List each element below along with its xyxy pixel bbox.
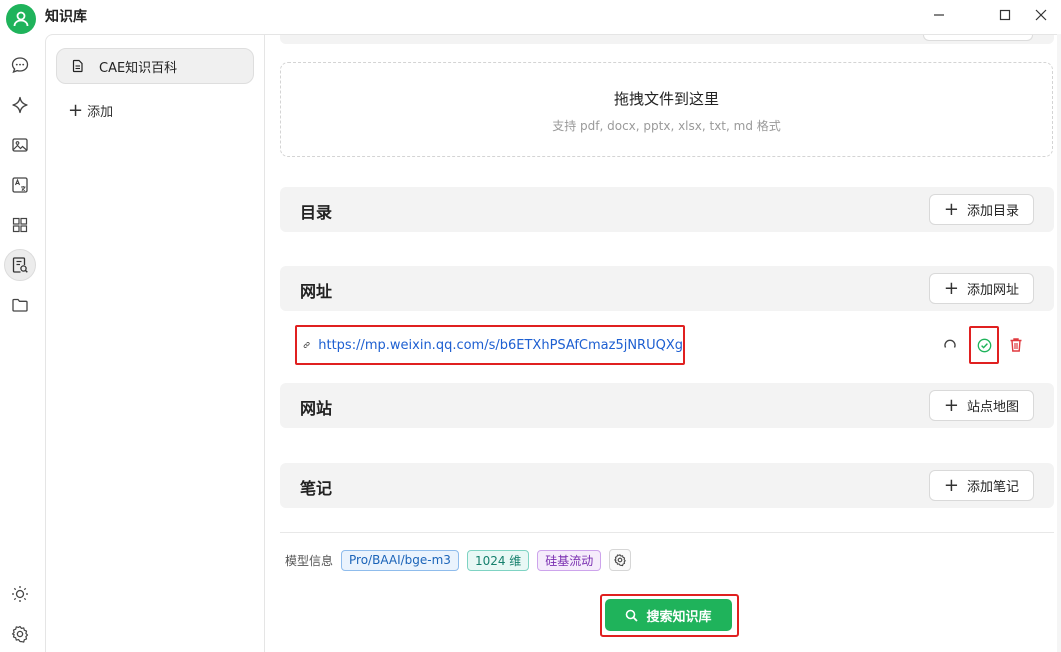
folder-icon bbox=[12, 298, 28, 312]
title-bar: 知识库 bbox=[0, 0, 1061, 34]
sitemap-label: 站点地图 bbox=[966, 400, 1019, 415]
delete-url-button[interactable] bbox=[1009, 337, 1023, 357]
url-section: 网址 + 添加网址 bbox=[280, 266, 1054, 311]
grid-icon bbox=[12, 217, 28, 233]
dimension-tag: 1024 维 bbox=[466, 549, 530, 571]
plus-icon: + bbox=[943, 277, 959, 299]
model-info-row: 模型信息 Pro/BAAI/bge-m3 1024 维 硅基流动 bbox=[285, 549, 632, 571]
book-search-icon bbox=[12, 257, 28, 273]
rail-chat[interactable] bbox=[5, 50, 35, 80]
url-status-indicator[interactable] bbox=[969, 326, 999, 364]
scrollbar-track[interactable] bbox=[1057, 34, 1061, 652]
add-url-button[interactable]: + 添加网址 bbox=[928, 273, 1034, 304]
rail-translate[interactable] bbox=[5, 170, 35, 200]
plus-icon: + bbox=[943, 394, 959, 416]
top-section-button-edge[interactable] bbox=[923, 35, 1033, 41]
website-section-title: 网站 bbox=[300, 399, 333, 418]
notes-section-title: 笔记 bbox=[300, 479, 333, 498]
gear-icon bbox=[11, 625, 29, 643]
dropzone-subtitle: 支持 pdf, docx, pptx, xlsx, txt, md 格式 bbox=[552, 119, 781, 133]
plus-icon: + bbox=[943, 198, 959, 220]
directory-section: 目录 + 添加目录 bbox=[280, 187, 1054, 232]
rail-files[interactable] bbox=[5, 290, 35, 320]
translate-icon bbox=[12, 177, 28, 193]
add-knowledge-base-button[interactable]: + 添加 bbox=[68, 101, 113, 120]
close-button[interactable] bbox=[1021, 2, 1061, 28]
url-section-title: 网址 bbox=[300, 282, 333, 301]
check-circle-icon bbox=[977, 338, 991, 352]
link-icon bbox=[303, 342, 310, 348]
minimize-button[interactable] bbox=[919, 2, 959, 28]
directory-section-title: 目录 bbox=[300, 203, 333, 222]
refresh-icon bbox=[944, 339, 956, 348]
provider-tag: 硅基流动 bbox=[537, 549, 602, 571]
image-icon bbox=[12, 138, 28, 152]
rail-image[interactable] bbox=[5, 130, 35, 160]
nav-rail bbox=[0, 34, 45, 652]
search-knowledge-base-button[interactable]: 搜索知识库 bbox=[605, 599, 732, 631]
add-note-label: 添加笔记 bbox=[966, 480, 1019, 495]
rail-apps[interactable] bbox=[5, 210, 35, 240]
model-info-label: 模型信息 bbox=[285, 553, 334, 568]
window-title: 知识库 bbox=[45, 9, 87, 25]
rail-assistant[interactable] bbox=[5, 90, 35, 120]
add-knowledge-base-label: 添加 bbox=[87, 105, 114, 120]
search-icon bbox=[626, 609, 639, 622]
file-dropzone[interactable]: 拖拽文件到这里 支持 pdf, docx, pptx, xlsx, txt, m… bbox=[280, 62, 1053, 157]
sparkle-icon bbox=[12, 96, 28, 114]
model-settings-button[interactable] bbox=[609, 549, 632, 571]
document-icon bbox=[72, 59, 83, 73]
url-link[interactable]: https://mp.weixin.qq.com/s/b6ETXhPSAfCma… bbox=[318, 338, 683, 353]
website-section: 网站 + 站点地图 bbox=[280, 383, 1054, 428]
add-note-button[interactable]: + 添加笔记 bbox=[928, 470, 1034, 501]
search-button-highlight: 搜索知识库 bbox=[600, 594, 739, 637]
user-avatar[interactable] bbox=[6, 4, 36, 34]
plus-icon: + bbox=[943, 474, 959, 496]
knowledge-base-name: CAE知识百科 bbox=[99, 60, 178, 76]
add-directory-label: 添加目录 bbox=[966, 204, 1019, 219]
minimize-icon bbox=[934, 14, 944, 16]
maximize-button[interactable] bbox=[985, 2, 1025, 28]
add-directory-button[interactable]: + 添加目录 bbox=[928, 194, 1034, 225]
knowledge-base-detail: 拖拽文件到这里 支持 pdf, docx, pptx, xlsx, txt, m… bbox=[265, 34, 1061, 652]
add-url-label: 添加网址 bbox=[966, 283, 1019, 298]
knowledge-base-item[interactable]: CAE知识百科 bbox=[56, 48, 254, 84]
model-name-tag: Pro/BAAI/bge-m3 bbox=[341, 549, 459, 571]
refresh-url-button[interactable] bbox=[943, 337, 957, 356]
url-item: https://mp.weixin.qq.com/s/b6ETXhPSAfCma… bbox=[295, 325, 685, 365]
search-button-label: 搜索知识库 bbox=[646, 609, 712, 625]
knowledge-base-sidebar: CAE知识百科 + 添加 bbox=[45, 34, 265, 652]
rail-theme[interactable] bbox=[5, 579, 35, 609]
close-icon bbox=[1035, 9, 1047, 21]
sitemap-button[interactable]: + 站点地图 bbox=[928, 390, 1034, 421]
plus-icon: + bbox=[68, 99, 84, 121]
sun-icon bbox=[12, 586, 28, 602]
dropzone-title: 拖拽文件到这里 bbox=[613, 90, 719, 108]
gear-icon bbox=[614, 554, 627, 567]
rail-knowledge[interactable] bbox=[4, 249, 36, 281]
maximize-icon bbox=[999, 9, 1011, 21]
trash-icon bbox=[1010, 338, 1022, 352]
user-icon bbox=[13, 11, 29, 27]
rail-settings[interactable] bbox=[5, 619, 35, 649]
divider bbox=[280, 532, 1054, 533]
chat-bubble-icon bbox=[11, 57, 29, 74]
notes-section: 笔记 + 添加笔记 bbox=[280, 463, 1054, 508]
